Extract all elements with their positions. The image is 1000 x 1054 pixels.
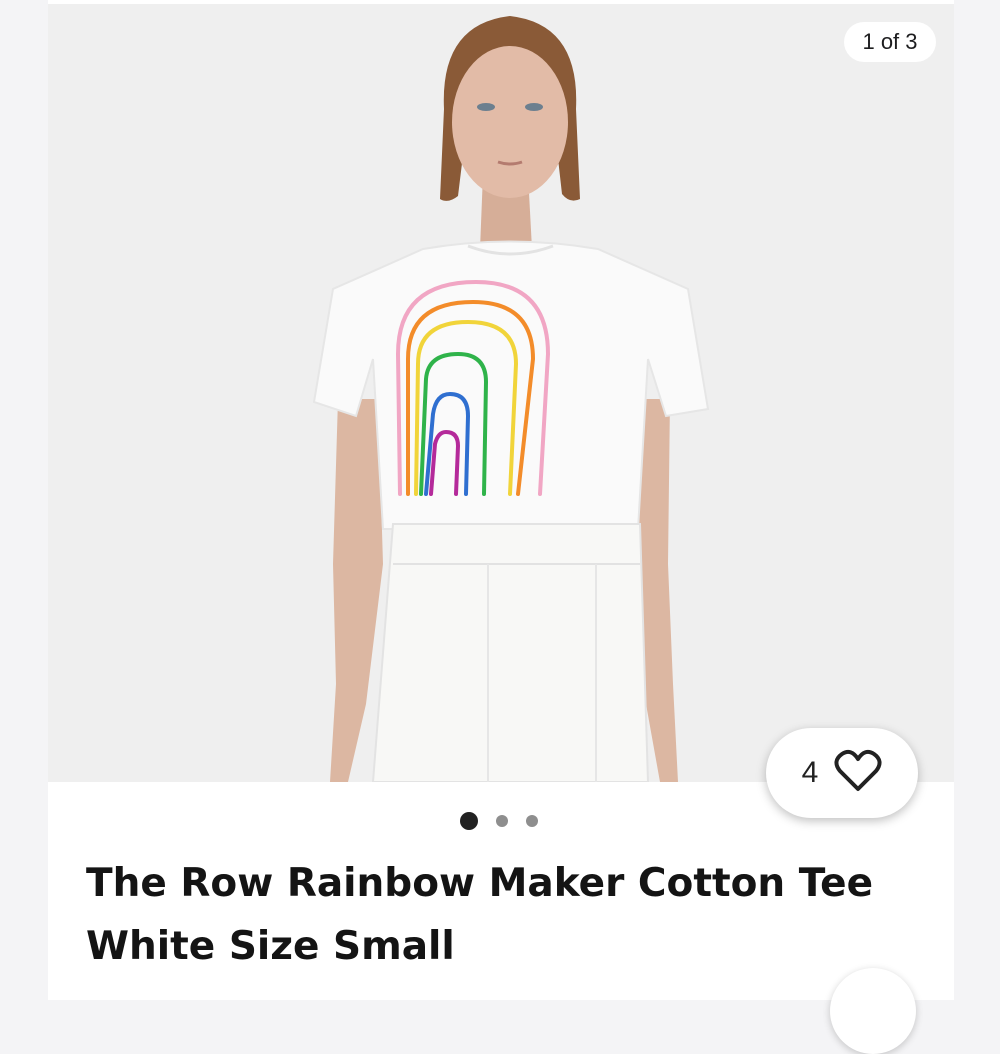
carousel-dot-2[interactable] (496, 815, 508, 827)
carousel-dot-1[interactable] (460, 812, 478, 830)
product-title: The Row Rainbow Maker Cotton Tee White S… (86, 861, 874, 969)
favorite-button[interactable]: 4 (766, 728, 918, 818)
heart-outline-icon (834, 749, 882, 798)
carousel-dot-3[interactable] (526, 815, 538, 827)
floating-action-button[interactable] (830, 968, 916, 1054)
carousel-indicator (460, 812, 538, 830)
image-counter: 1 of 3 (844, 22, 936, 62)
favorite-count: 4 (801, 756, 819, 789)
product-photo[interactable]: 1 of 3 (48, 4, 954, 782)
product-image (48, 4, 954, 782)
